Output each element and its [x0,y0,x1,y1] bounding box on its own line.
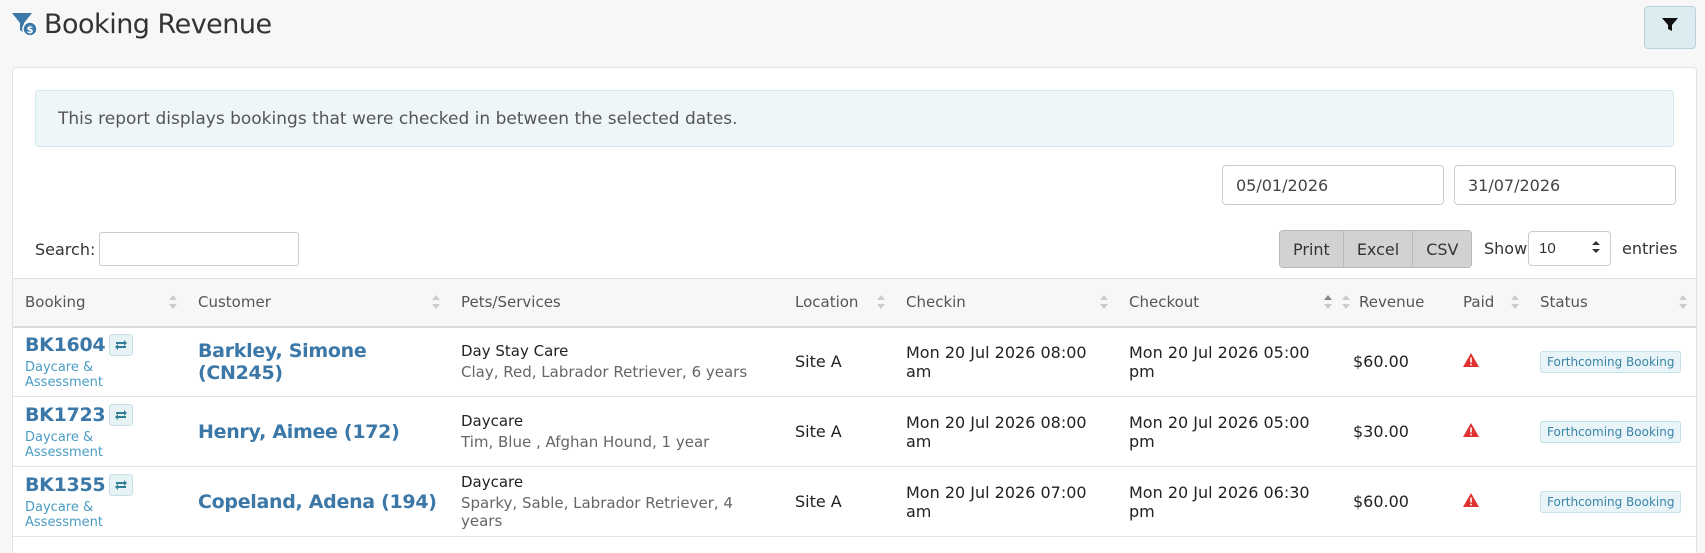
date-to-input[interactable] [1454,165,1676,205]
sort-icon [1100,295,1108,310]
repeat-icon [115,409,128,420]
booking-id-link[interactable]: BK1723 [25,404,106,426]
col-header-booking[interactable]: Booking [13,278,186,328]
pet-details: Sparky, Sable, Labrador Retriever, 4 yea… [461,494,733,530]
col-header-status[interactable]: Status [1528,278,1696,328]
col-header-revenue[interactable]: Revenue [1341,278,1451,328]
checkout-cell: Mon 20 Jul 2026 06:30 pm [1129,482,1310,521]
sort-asc-icon [1324,295,1332,310]
filter-icon [1662,18,1678,37]
checkout-cell: Mon 20 Jul 2026 05:00 pm [1129,342,1310,381]
checkin-cell: Mon 20 Jul 2026 07:00 am [906,482,1087,521]
customer-link[interactable]: Barkley, Simone (CN245) [198,340,367,384]
checkout-cell: Mon 20 Jul 2026 05:00 pm [1129,412,1310,451]
page-title: Booking Revenue [44,8,272,40]
sort-icon [877,295,885,310]
bookings-table: Booking Customer Pets/Services Location … [13,278,1696,537]
repeat-booking-button[interactable] [109,403,134,426]
select-arrows-icon [1592,240,1600,257]
sort-icon [1511,295,1519,310]
sort-icon [1679,295,1687,310]
service-name: Daycare [461,412,524,430]
page-size-select[interactable]: 10 [1528,231,1611,266]
pet-details: Clay, Red, Labrador Retriever, 6 years [461,363,748,382]
revenue-cell: $30.00 [1353,422,1409,441]
date-from-input[interactable] [1222,165,1444,205]
col-header-location[interactable]: Location [783,278,894,328]
print-button[interactable]: Print [1280,231,1344,267]
repeat-booking-button[interactable] [109,333,134,356]
repeat-icon [115,479,128,490]
col-header-checkout[interactable]: Checkout [1117,278,1341,328]
table-row: BK1604 Daycare & Assessment Barkley, Sim… [13,327,1696,397]
svg-text:$: $ [27,25,34,36]
search-label: Search: [35,240,96,259]
checkin-cell: Mon 20 Jul 2026 08:00 am [906,342,1087,381]
entries-label: entries [1622,239,1678,258]
export-button-group: Print Excel CSV [1279,230,1473,268]
table-row: BK1723 Daycare & Assessment Henry, Aimee… [13,397,1696,467]
sort-icon [1342,295,1350,310]
col-header-paid[interactable]: Paid [1451,278,1528,328]
sort-icon [169,295,177,310]
booking-type: Daycare & Assessment [25,499,103,530]
location-cell: Site A [795,352,842,372]
status-badge: Forthcoming Booking [1540,420,1682,443]
booking-id-link[interactable]: BK1604 [25,334,106,356]
checkin-cell: Mon 20 Jul 2026 08:00 am [906,412,1087,451]
col-header-pets-services: Pets/Services [449,278,783,328]
sort-icon [432,295,440,310]
location-cell: Site A [795,422,842,441]
status-badge: Forthcoming Booking [1540,350,1682,373]
col-header-customer[interactable]: Customer [186,278,449,328]
page-header: $ Booking Revenue [10,4,272,44]
warning-icon [1463,352,1479,371]
booking-type: Daycare & Assessment [25,429,103,460]
warning-icon [1463,492,1479,511]
location-cell: Site A [795,492,842,511]
csv-button[interactable]: CSV [1413,231,1472,267]
filter-toggle-button[interactable] [1644,6,1696,49]
repeat-booking-button[interactable] [109,473,134,496]
warning-icon [1463,422,1479,441]
table-header-row: Booking Customer Pets/Services Location … [13,278,1696,328]
repeat-icon [115,339,128,350]
service-name: Day Stay Care [461,342,569,361]
search-input[interactable] [99,232,299,266]
booking-type: Daycare & Assessment [25,359,103,390]
excel-button[interactable]: Excel [1343,231,1414,267]
page-size-value: 10 [1539,240,1556,257]
table-row: BK1355 Daycare & Assessment Copeland, Ad… [13,467,1696,537]
customer-link[interactable]: Copeland, Adena (194) [198,491,437,513]
pet-details: Tim, Blue , Afghan Hound, 1 year [461,433,710,451]
service-name: Daycare [461,473,524,491]
report-card: This report displays bookings that were … [12,67,1697,553]
funnel-dollar-icon: $ [10,9,40,39]
customer-link[interactable]: Henry, Aimee (172) [198,421,400,443]
show-label: Show [1484,239,1528,258]
status-badge: Forthcoming Booking [1540,490,1682,513]
booking-id-link[interactable]: BK1355 [25,474,106,496]
col-header-checkin[interactable]: Checkin [894,278,1117,328]
revenue-cell: $60.00 [1353,492,1409,511]
revenue-cell: $60.00 [1353,352,1409,372]
info-alert: This report displays bookings that were … [35,90,1674,147]
